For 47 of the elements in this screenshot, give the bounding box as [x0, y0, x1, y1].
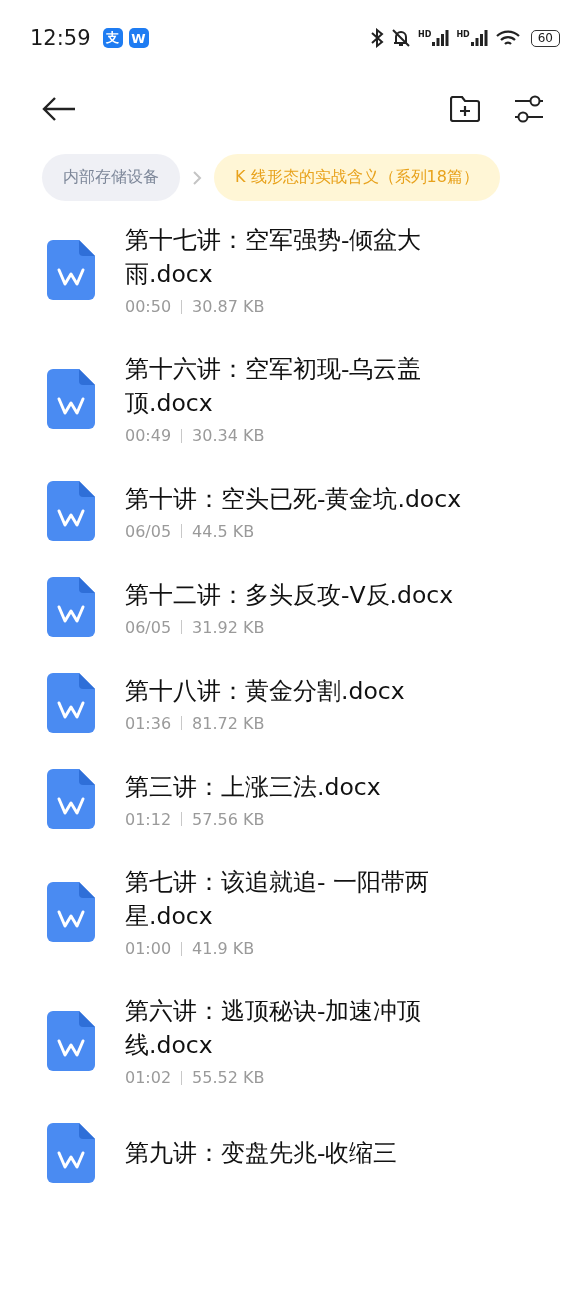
file-size: 31.92 KB: [192, 617, 265, 637]
signal-icon: [470, 30, 489, 46]
bluetooth-icon: [370, 28, 385, 48]
file-size: 30.34 KB: [192, 426, 265, 445]
file-size: 30.87 KB: [192, 297, 265, 316]
file-size: 44.5 KB: [192, 521, 255, 541]
app-notification-icon: W: [128, 28, 149, 48]
document-icon: [47, 769, 95, 829]
file-name[interactable]: 第七讲：该追就追- 一阳带两星.docx: [125, 865, 480, 933]
file-size: 55.52 KB: [192, 1068, 265, 1087]
file-time: 01:00: [125, 939, 172, 958]
hd-label: HD: [456, 30, 470, 39]
file-time: 01:02: [125, 1068, 172, 1087]
document-icon: [47, 673, 95, 733]
file-time: 06/05: [125, 617, 172, 637]
signal-icon: [432, 30, 451, 46]
status-time: 12:59: [30, 26, 91, 50]
filter-sliders-icon[interactable]: [514, 95, 544, 123]
file-name[interactable]: 第六讲：逃顶秘诀-加速冲顶线.docx: [125, 994, 480, 1062]
file-name[interactable]: 第十七讲：空军强势-倾盆大雨.docx: [125, 223, 480, 291]
app-notification-icon: 支: [102, 28, 123, 48]
file-time: 00:50: [125, 297, 172, 316]
document-icon: [47, 481, 95, 541]
file-size: 41.9 KB: [192, 939, 255, 958]
file-name[interactable]: 第三讲：上涨三法.docx: [125, 769, 480, 804]
file-size: 57.56 KB: [192, 809, 265, 829]
document-icon: [47, 881, 95, 942]
battery-indicator: 60: [530, 29, 560, 47]
document-icon: [47, 1010, 95, 1071]
document-icon: [47, 239, 95, 300]
file-time: 01:36: [125, 713, 172, 733]
file-name[interactable]: 第九讲：变盘先兆-收缩三: [125, 1136, 480, 1170]
document-icon: [47, 1123, 95, 1183]
file-name[interactable]: 第十八讲：黄金分割.docx: [125, 673, 480, 708]
document-icon: [47, 577, 95, 637]
document-icon: [47, 368, 95, 429]
file-time: 06/05: [125, 521, 172, 541]
new-folder-icon[interactable]: [450, 96, 480, 122]
back-arrow-icon[interactable]: [42, 97, 76, 121]
file-size: 81.72 KB: [192, 713, 265, 733]
file-name[interactable]: 第十六讲：空军初现-乌云盖顶.docx: [125, 352, 480, 420]
hd-label: HD: [418, 30, 432, 39]
file-name[interactable]: 第十二讲：多头反攻-V反.docx: [125, 577, 480, 612]
file-name[interactable]: 第十讲：空头已死-黄金坑.docx: [125, 481, 480, 516]
chevron-icon: [192, 169, 202, 186]
file-time: 01:12: [125, 809, 172, 829]
file-time: 00:49: [125, 426, 172, 445]
